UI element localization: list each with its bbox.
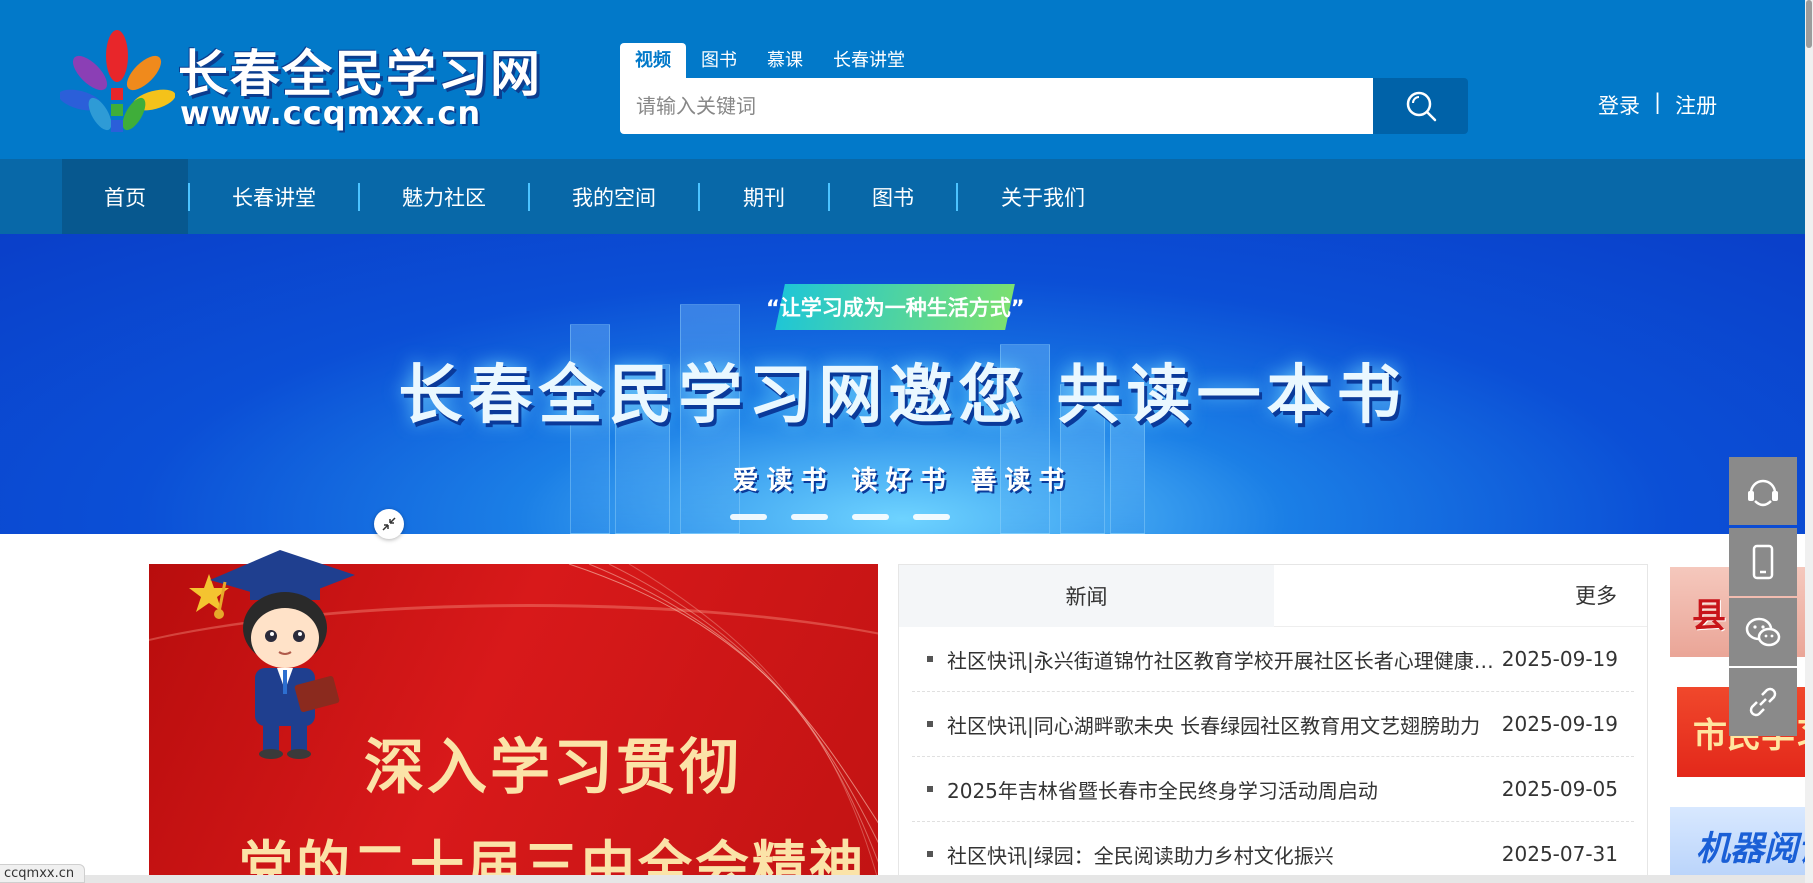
wechat-icon — [1745, 617, 1781, 647]
news-title[interactable]: 社区快讯|同心湖畔歌未央 长春绿园社区教育用文艺翅膀助力 — [947, 710, 1494, 739]
vertical-scrollbar[interactable] — [1805, 0, 1813, 883]
banner-title: 长春全民学习网邀您 共读一本书 — [398, 359, 1407, 433]
nav-item-home[interactable]: 首页 — [62, 159, 188, 234]
search-input[interactable] — [620, 78, 1373, 134]
share-link-button[interactable] — [1729, 668, 1797, 736]
news-title[interactable]: 2025年吉林省暨长春市全民终身学习活动周启动 — [947, 775, 1494, 804]
register-link[interactable]: 注册 — [1675, 90, 1717, 120]
carousel-dot-3[interactable] — [852, 514, 889, 520]
link-icon — [1749, 687, 1777, 717]
auth-links: 登录 | 注册 — [1598, 90, 1717, 120]
hero-banner[interactable]: “让学习成为一种生活方式” 长春全民学习网邀您 共读一本书 爱读书 读好书 善读… — [0, 234, 1805, 534]
nav-item-about[interactable]: 关于我们 — [958, 159, 1128, 234]
search-box — [620, 78, 1468, 134]
nav-item-books[interactable]: 图书 — [830, 159, 956, 234]
news-title[interactable]: 社区快讯|绿园：全民阅读助力乡村文化振兴 — [947, 840, 1494, 869]
nav-item-community[interactable]: 魅力社区 — [360, 159, 528, 234]
news-date: 2025-09-19 — [1501, 647, 1618, 671]
carousel-dot-1[interactable] — [730, 514, 767, 520]
site-header: 长春全民学习网 www.ccqmxx.cn 视频 图书 慕课 长春讲堂 登录 |… — [0, 0, 1813, 159]
bullet-icon — [927, 656, 933, 662]
nav-item-my-space[interactable]: 我的空间 — [530, 159, 698, 234]
bullet-icon — [927, 851, 933, 857]
search-tab-video[interactable]: 视频 — [620, 43, 686, 78]
news-header: 新闻 更多 — [899, 565, 1647, 627]
search-tab-mooc[interactable]: 慕课 — [752, 43, 818, 78]
news-panel: 新闻 更多 社区快讯|永兴街道锦竹社区教育学校开展社区长者心理健康讲座 2025… — [898, 564, 1648, 883]
poster-subheadline: 党的二十届三中全会精神 — [239, 835, 866, 883]
search-category-tabs: 视频 图书 慕课 长春讲堂 — [620, 43, 920, 78]
student-mascot-icon[interactable] — [205, 540, 370, 760]
news-item[interactable]: 社区快讯|同心湖畔歌未央 长春绿园社区教育用文艺翅膀助力 2025-09-19 — [912, 692, 1634, 757]
news-item[interactable]: 社区快讯|绿园：全民阅读助力乡村文化振兴 2025-07-31 — [912, 822, 1634, 882]
search-icon — [1406, 91, 1436, 122]
banner-subtitle: 爱读书 读好书 善读书 — [732, 466, 1073, 496]
nav-item-journals[interactable]: 期刊 — [700, 159, 828, 234]
search-tab-books[interactable]: 图书 — [686, 43, 752, 78]
main-nav: 首页 长春讲堂 魅力社区 我的空间 期刊 图书 关于我们 — [0, 159, 1813, 234]
banner-slogan: “让学习成为一种生活方式” — [765, 296, 1025, 320]
poster-headline: 深入学习贯彻 — [364, 733, 742, 803]
vertical-scrollbar-thumb[interactable] — [1806, 0, 1812, 48]
news-date: 2025-07-31 — [1501, 842, 1618, 866]
news-more-link[interactable]: 更多 — [1575, 565, 1617, 627]
bullet-icon — [927, 786, 933, 792]
logo-url: www.ccqmxx.cn — [180, 94, 482, 132]
auth-separator: | — [1654, 90, 1662, 114]
news-list: 社区快讯|永兴街道锦竹社区教育学校开展社区长者心理健康讲座 2025-09-19… — [912, 627, 1634, 882]
horizontal-scrollbar[interactable] — [0, 875, 1805, 883]
customer-service-icon — [1748, 479, 1778, 507]
collapse-arrows-icon — [382, 517, 396, 531]
news-date: 2025-09-05 — [1501, 777, 1618, 801]
news-date: 2025-09-19 — [1501, 712, 1618, 736]
bullet-icon — [927, 721, 933, 727]
carousel-dot-4[interactable] — [913, 514, 950, 520]
nav-item-lecture[interactable]: 长春讲堂 — [190, 159, 358, 234]
mobile-app-button[interactable] — [1729, 528, 1797, 596]
carousel-dots — [730, 514, 950, 520]
search-tab-lecture[interactable]: 长春讲堂 — [818, 43, 920, 78]
login-link[interactable]: 登录 — [1598, 90, 1640, 120]
search-button[interactable] — [1373, 78, 1468, 134]
news-item[interactable]: 2025年吉林省暨长春市全民终身学习活动周启动 2025-09-05 — [912, 757, 1634, 822]
customer-service-button[interactable] — [1729, 457, 1797, 525]
site-logo[interactable]: 长春全民学习网 www.ccqmxx.cn — [60, 28, 540, 136]
news-item[interactable]: 社区快讯|永兴街道锦竹社区教育学校开展社区长者心理健康讲座 2025-09-19 — [912, 627, 1634, 692]
flower-logo-icon — [60, 30, 175, 132]
collapse-button[interactable] — [374, 509, 404, 539]
news-tab[interactable]: 新闻 — [899, 565, 1274, 627]
banner-slogan-badge: “让学习成为一种生活方式” — [766, 284, 1024, 330]
status-bar-url: ccqmxx.cn — [0, 864, 86, 883]
side-thumb-machine-reading[interactable]: 机器阅读 — [1670, 807, 1813, 883]
wechat-button[interactable] — [1729, 598, 1797, 666]
carousel-dot-2[interactable] — [791, 514, 828, 520]
mobile-icon — [1752, 544, 1774, 580]
news-title[interactable]: 社区快讯|永兴街道锦竹社区教育学校开展社区长者心理健康讲座 — [947, 645, 1494, 674]
